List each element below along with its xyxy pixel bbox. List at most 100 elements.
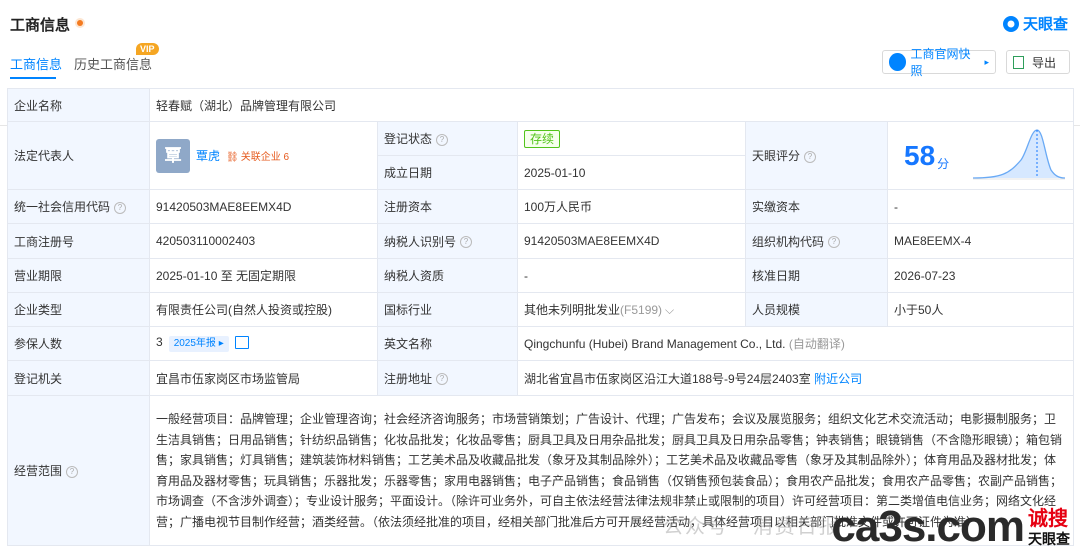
staff-size-value: 小于50人 bbox=[886, 292, 1075, 327]
org-code-label: 组织机构代码 bbox=[752, 234, 825, 249]
export-button[interactable]: 导出 bbox=[1006, 50, 1070, 74]
english-name-key: 英文名称 bbox=[377, 326, 518, 361]
company-name-key: 企业名称 bbox=[7, 88, 150, 122]
tab-history-info[interactable]: 历史工商信息 bbox=[74, 54, 152, 73]
score-distribution-chart bbox=[973, 129, 1066, 180]
founded-value: 2025-01-10 bbox=[517, 155, 746, 190]
help-icon[interactable]: ? bbox=[66, 465, 79, 478]
tab-bar: 工商信息 历史工商信息 VIP 工商官网快照 ▸ 导出 bbox=[0, 43, 1080, 126]
help-icon[interactable]: ? bbox=[828, 236, 841, 249]
org-code-key: 组织机构代码? bbox=[745, 223, 888, 259]
approve-date-value: 2026-07-23 bbox=[886, 258, 1075, 293]
reg-capital-key: 注册资本 bbox=[377, 189, 518, 224]
taxpayer-id-key: 纳税人识别号? bbox=[377, 223, 518, 259]
founded-key: 成立日期 bbox=[377, 155, 518, 190]
active-tab-indicator bbox=[10, 77, 56, 79]
help-icon[interactable]: ? bbox=[114, 201, 127, 214]
taxpayer-id-label: 纳税人识别号 bbox=[384, 234, 457, 249]
reg-status-key: 登记状态? bbox=[377, 121, 518, 156]
staff-size-key: 人员规模 bbox=[745, 292, 888, 327]
related-companies-badge[interactable]: ⛓ 关联企业 6 bbox=[226, 152, 289, 163]
taxpayer-qual-value: - bbox=[517, 258, 746, 293]
auto-translate-note: (自动翻译) bbox=[788, 337, 845, 351]
company-type-value: 有限责任公司(自然人投资或控股) bbox=[149, 292, 378, 327]
export-label: 导出 bbox=[1032, 55, 1057, 70]
legal-rep-name[interactable]: 覃虎 bbox=[196, 149, 220, 163]
help-icon[interactable]: ? bbox=[804, 150, 817, 163]
reg-capital-value: 100万人民币 bbox=[517, 189, 746, 224]
snapshot-button[interactable]: 工商官网快照 ▸ bbox=[882, 47, 996, 78]
tab-history-label: 历史工商信息 bbox=[74, 57, 153, 72]
insured-cell: 3 2025年报 ▸ bbox=[149, 326, 378, 361]
vip-badge: VIP bbox=[136, 43, 159, 55]
help-icon[interactable]: ? bbox=[436, 373, 449, 386]
taxpayer-id-value: 91420503MAE8EEMX4D bbox=[517, 223, 746, 259]
annual-report-label: 2025年报 bbox=[173, 338, 216, 349]
company-name-value: 轻春赋（湖北）品牌管理有限公司 bbox=[148, 88, 1075, 122]
score-value: 58 bbox=[904, 139, 936, 171]
logo-text: 天眼查 bbox=[1022, 16, 1068, 33]
nearby-companies-link[interactable]: 附近公司 bbox=[814, 372, 862, 386]
english-name-cell: Qingchunfu (Hubei) Brand Management Co.,… bbox=[516, 326, 1075, 361]
credit-code-key: 统一社会信用代码? bbox=[7, 189, 150, 224]
annual-report-tag[interactable]: 2025年报 ▸ bbox=[168, 336, 229, 352]
chart-icon[interactable] bbox=[234, 336, 249, 350]
score-key: 天眼评分? bbox=[745, 121, 888, 190]
taxpayer-qual-key: 纳税人资质 bbox=[377, 258, 518, 293]
company-type-key: 企业类型 bbox=[7, 292, 150, 327]
tab-business-info[interactable]: 工商信息 bbox=[10, 54, 62, 73]
reg-no-value: 420503110002403 bbox=[149, 223, 378, 259]
chevron-down-icon: ⌵ bbox=[665, 303, 675, 317]
address-label: 注册地址 bbox=[384, 371, 433, 386]
industry-code: (F5199) bbox=[620, 303, 663, 317]
page-title: 工商信息 bbox=[10, 17, 71, 34]
business-info-table: 企业名称 轻春赋（湖北）品牌管理有限公司 法定代表人 覃覃虎 ⛓ 关联企业 6 登记… bbox=[7, 88, 1075, 546]
score-unit: 分 bbox=[937, 156, 950, 171]
link-icon: ⛓ bbox=[226, 152, 239, 163]
legal-rep-key: 法定代表人 bbox=[7, 121, 150, 190]
reg-status-label: 登记状态 bbox=[384, 132, 433, 146]
status-badge: 存续 bbox=[524, 129, 561, 148]
watermark-faint: 公众号 · 消费日报 bbox=[663, 516, 841, 538]
person-icon bbox=[889, 53, 907, 71]
export-icon bbox=[1013, 55, 1024, 69]
org-code-value: MAE8EEMX-4 bbox=[886, 223, 1075, 259]
insured-key: 参保人数 bbox=[7, 326, 150, 361]
paid-capital-value: - bbox=[886, 189, 1075, 224]
fire-icon bbox=[75, 18, 85, 28]
top-bar: 工商信息 天眼查 bbox=[0, 0, 1080, 46]
chevron-right-icon: ▸ bbox=[984, 56, 989, 67]
snapshot-label: 工商官网快照 bbox=[910, 47, 971, 78]
scope-label: 经营范围 bbox=[14, 464, 63, 478]
industry-key: 国标行业 bbox=[377, 292, 518, 327]
address-value: 湖北省宜昌市伍家岗区沿江大道188号-9号24层2403室 bbox=[524, 371, 811, 386]
watermark-side: 诚搜 天眼查 bbox=[1028, 509, 1070, 549]
authority-value: 宜昌市伍家岗区市场监管局 bbox=[149, 360, 378, 396]
watermark: ca3s.com 诚搜 天眼查 bbox=[831, 505, 1070, 549]
term-key: 营业期限 bbox=[7, 258, 150, 293]
address-key: 注册地址? bbox=[377, 360, 518, 396]
help-icon[interactable]: ? bbox=[460, 236, 473, 249]
watermark-domain: ca3s.com bbox=[831, 502, 1025, 551]
industry-value: 其他未列明批发业 bbox=[524, 303, 621, 317]
avatar[interactable]: 覃 bbox=[156, 138, 190, 173]
logo-icon bbox=[1002, 15, 1019, 32]
watermark-black-text: 天眼查 bbox=[1028, 531, 1070, 547]
scope-key: 经营范围? bbox=[7, 395, 150, 546]
credit-code-value: 91420503MAE8EEMX4D bbox=[149, 189, 378, 224]
reg-no-key: 工商注册号 bbox=[7, 223, 150, 259]
industry-cell[interactable]: 其他未列明批发业(F5199) ⌵ bbox=[517, 292, 746, 327]
legal-rep-cell: 覃覃虎 ⛓ 关联企业 6 bbox=[149, 121, 378, 190]
reg-status-cell: 存续 bbox=[517, 121, 746, 156]
insured-value: 3 bbox=[156, 335, 163, 349]
credit-code-label: 统一社会信用代码 bbox=[14, 200, 111, 214]
tianyancha-logo[interactable]: 天眼查 bbox=[1002, 13, 1068, 34]
authority-key: 登记机关 bbox=[7, 360, 150, 396]
help-icon[interactable]: ? bbox=[436, 133, 449, 146]
related-companies-label: 关联企业 6 bbox=[240, 152, 290, 163]
english-name-value: Qingchunfu (Hubei) Brand Management Co.,… bbox=[524, 337, 786, 351]
score-cell[interactable]: 58 分 bbox=[886, 121, 1075, 190]
address-cell: 湖北省宜昌市伍家岗区沿江大道188号-9号24层2403室 附近公司 bbox=[516, 360, 1075, 396]
paid-capital-key: 实缴资本 bbox=[745, 189, 888, 224]
score-label: 天眼评分 bbox=[752, 149, 801, 163]
